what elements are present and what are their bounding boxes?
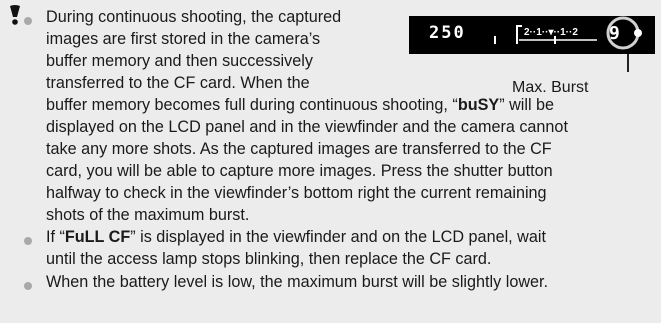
bullet-3 [24,282,32,290]
p1-line-6: displayed on the LCD panel and in the vi… [46,118,568,136]
p3-line-1: When the battery level is low, the maxim… [46,273,549,291]
p1-line-9: halfway to check in the viewfinder’s bot… [46,184,547,202]
max-burst-count: 9 [609,23,620,44]
p1-line-4: transferred to the CF card. When the [46,74,310,92]
p1-line-10: shots of the maximum burst. [46,206,250,224]
p1-line-3: buffer memory and then successively [46,52,313,70]
bullet-1 [24,17,32,25]
p2-line-1: If “FuLL CF” is displayed in the viewfin… [46,228,546,246]
exposure-scale: 2··1··▾··1··2 [524,27,578,38]
busy-indicator: buSY [457,96,500,114]
full-cf-indicator: FuLL CF [64,228,131,246]
viewfinder-display: 250 2··1··▾··1··2 9 [409,16,655,54]
p1-line-5: buffer memory becomes full during contin… [46,96,555,114]
p2-line-2: until the access lamp stops blinking, th… [46,250,492,268]
caution-icon [10,5,20,25]
callout-leader-line [627,54,629,72]
p1-line-2: images are first stored in the camera’s [46,30,321,48]
p1-line-1: During continuous shooting, the captured [46,8,342,26]
max-burst-caption: Max. Burst [512,79,589,96]
bullet-2 [24,237,32,245]
p1-line-8: card, you will be able to capture more i… [46,162,553,180]
p1-line-7: take any more shots. As the captured ima… [46,140,552,158]
